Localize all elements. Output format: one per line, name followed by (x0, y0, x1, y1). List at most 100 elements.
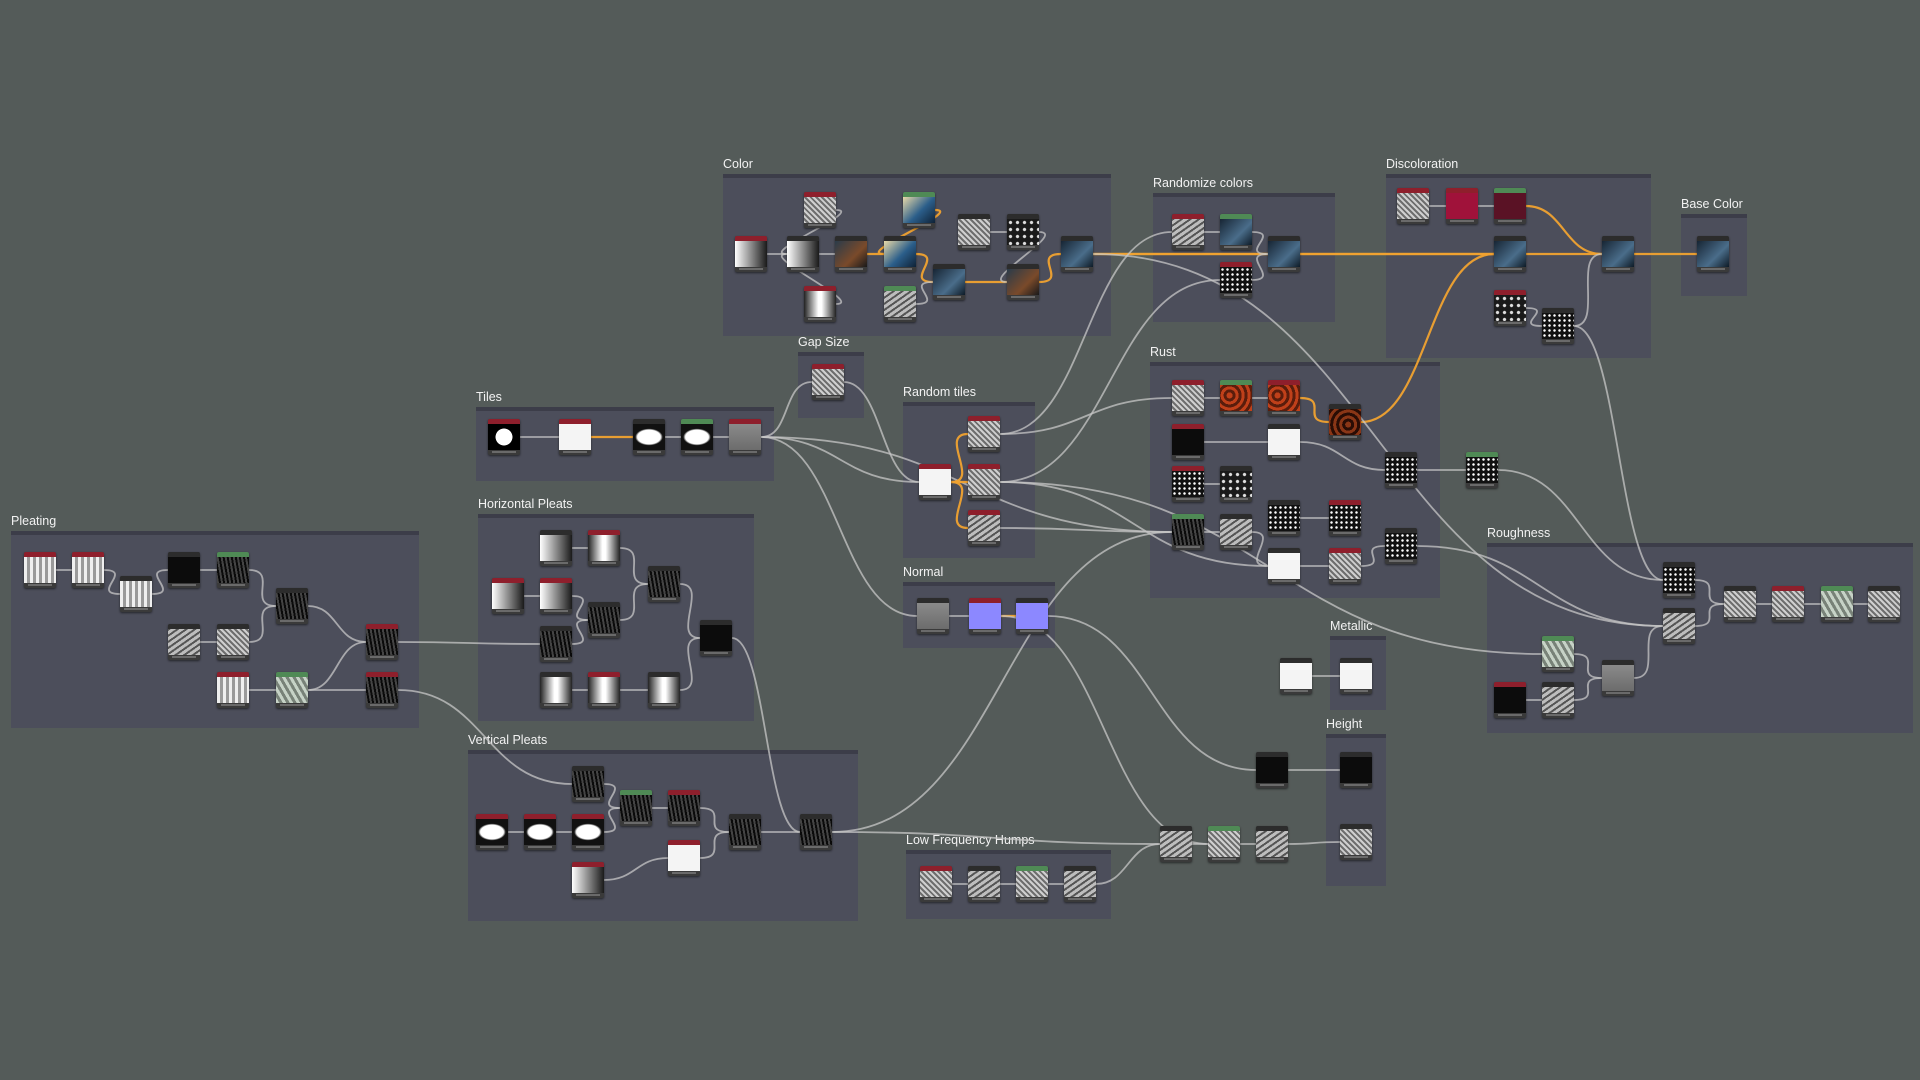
graph-node[interactable] (812, 364, 844, 400)
graph-node[interactable] (1329, 548, 1361, 584)
graph-node[interactable] (572, 862, 604, 898)
graph-node[interactable] (668, 790, 700, 826)
graph-node[interactable] (1220, 466, 1252, 502)
graph-node[interactable] (648, 566, 680, 602)
graph-node[interactable] (366, 672, 398, 708)
graph-node[interactable] (1466, 452, 1498, 488)
graph-node[interactable] (540, 626, 572, 662)
graph-node[interactable] (968, 416, 1000, 452)
graph-node[interactable] (524, 814, 556, 850)
graph-node[interactable] (217, 624, 249, 660)
graph-node[interactable] (681, 419, 713, 455)
graph-node[interactable] (1172, 380, 1204, 416)
graph-node[interactable] (1329, 500, 1361, 536)
graph-node[interactable] (1172, 424, 1204, 460)
graph-node[interactable] (1602, 236, 1634, 272)
graph-canvas[interactable]: Color Randomize colors Discoloration Bas… (0, 0, 1920, 1080)
graph-node[interactable] (1256, 826, 1288, 862)
graph-node[interactable] (588, 672, 620, 708)
graph-node[interactable] (1280, 658, 1312, 694)
graph-node[interactable] (1172, 514, 1204, 550)
graph-node[interactable] (1340, 658, 1372, 694)
graph-node[interactable] (884, 236, 916, 272)
graph-node[interactable] (787, 236, 819, 272)
graph-node[interactable] (920, 866, 952, 902)
graph-node[interactable] (1220, 214, 1252, 250)
graph-node[interactable] (884, 286, 916, 322)
graph-node[interactable] (648, 672, 680, 708)
graph-node[interactable] (1340, 752, 1372, 788)
graph-node[interactable] (700, 620, 732, 656)
graph-node[interactable] (476, 814, 508, 850)
graph-node[interactable] (1007, 214, 1039, 250)
graph-node[interactable] (1268, 548, 1300, 584)
graph-node[interactable] (1208, 826, 1240, 862)
graph-node[interactable] (120, 576, 152, 612)
graph-node[interactable] (588, 530, 620, 566)
graph-node[interactable] (969, 598, 1001, 634)
graph-node[interactable] (804, 286, 836, 322)
graph-node[interactable] (1697, 236, 1729, 272)
graph-node[interactable] (1868, 586, 1900, 622)
graph-node[interactable] (168, 624, 200, 660)
graph-node[interactable] (276, 672, 308, 708)
graph-node[interactable] (1220, 514, 1252, 550)
graph-node[interactable] (1064, 866, 1096, 902)
graph-node[interactable] (366, 624, 398, 660)
graph-node[interactable] (1340, 824, 1372, 860)
graph-node[interactable] (1724, 586, 1756, 622)
graph-node[interactable] (1172, 466, 1204, 502)
graph-node[interactable] (1772, 586, 1804, 622)
graph-node[interactable] (1160, 826, 1192, 862)
graph-node[interactable] (729, 419, 761, 455)
graph-node[interactable] (903, 192, 935, 228)
graph-node[interactable] (1329, 404, 1361, 440)
graph-node[interactable] (668, 840, 700, 876)
graph-node[interactable] (1494, 188, 1526, 224)
graph-node[interactable] (1268, 424, 1300, 460)
graph-node[interactable] (1494, 682, 1526, 718)
graph-node[interactable] (1663, 562, 1695, 598)
graph-node[interactable] (1494, 290, 1526, 326)
graph-node[interactable] (1172, 214, 1204, 250)
graph-node[interactable] (276, 588, 308, 624)
graph-node[interactable] (540, 578, 572, 614)
frame-randomize-colors[interactable]: Randomize colors (1153, 176, 1335, 322)
graph-node[interactable] (1446, 188, 1478, 224)
graph-node[interactable] (933, 264, 965, 300)
graph-node[interactable] (800, 814, 832, 850)
graph-node[interactable] (1542, 682, 1574, 718)
graph-node[interactable] (1542, 308, 1574, 344)
graph-node[interactable] (217, 672, 249, 708)
graph-node[interactable] (540, 530, 572, 566)
graph-node[interactable] (488, 419, 520, 455)
graph-node[interactable] (968, 866, 1000, 902)
graph-node[interactable] (1268, 380, 1300, 416)
graph-node[interactable] (1268, 500, 1300, 536)
graph-node[interactable] (919, 464, 951, 500)
graph-node[interactable] (540, 672, 572, 708)
graph-node[interactable] (917, 598, 949, 634)
graph-node[interactable] (1007, 264, 1039, 300)
graph-node[interactable] (1821, 586, 1853, 622)
graph-node[interactable] (620, 790, 652, 826)
graph-node[interactable] (217, 552, 249, 588)
graph-node[interactable] (24, 552, 56, 588)
graph-node[interactable] (1602, 660, 1634, 696)
graph-node[interactable] (572, 814, 604, 850)
graph-node[interactable] (729, 814, 761, 850)
graph-node[interactable] (72, 552, 104, 588)
graph-node[interactable] (1663, 608, 1695, 644)
graph-node[interactable] (168, 552, 200, 588)
graph-node[interactable] (1220, 262, 1252, 298)
graph-node[interactable] (1494, 236, 1526, 272)
graph-node[interactable] (1220, 380, 1252, 416)
graph-node[interactable] (1385, 528, 1417, 564)
graph-node[interactable] (735, 236, 767, 272)
graph-node[interactable] (1542, 636, 1574, 672)
graph-node[interactable] (1397, 188, 1429, 224)
graph-node[interactable] (1268, 236, 1300, 272)
graph-node[interactable] (572, 766, 604, 802)
graph-node[interactable] (968, 464, 1000, 500)
graph-node[interactable] (1016, 866, 1048, 902)
